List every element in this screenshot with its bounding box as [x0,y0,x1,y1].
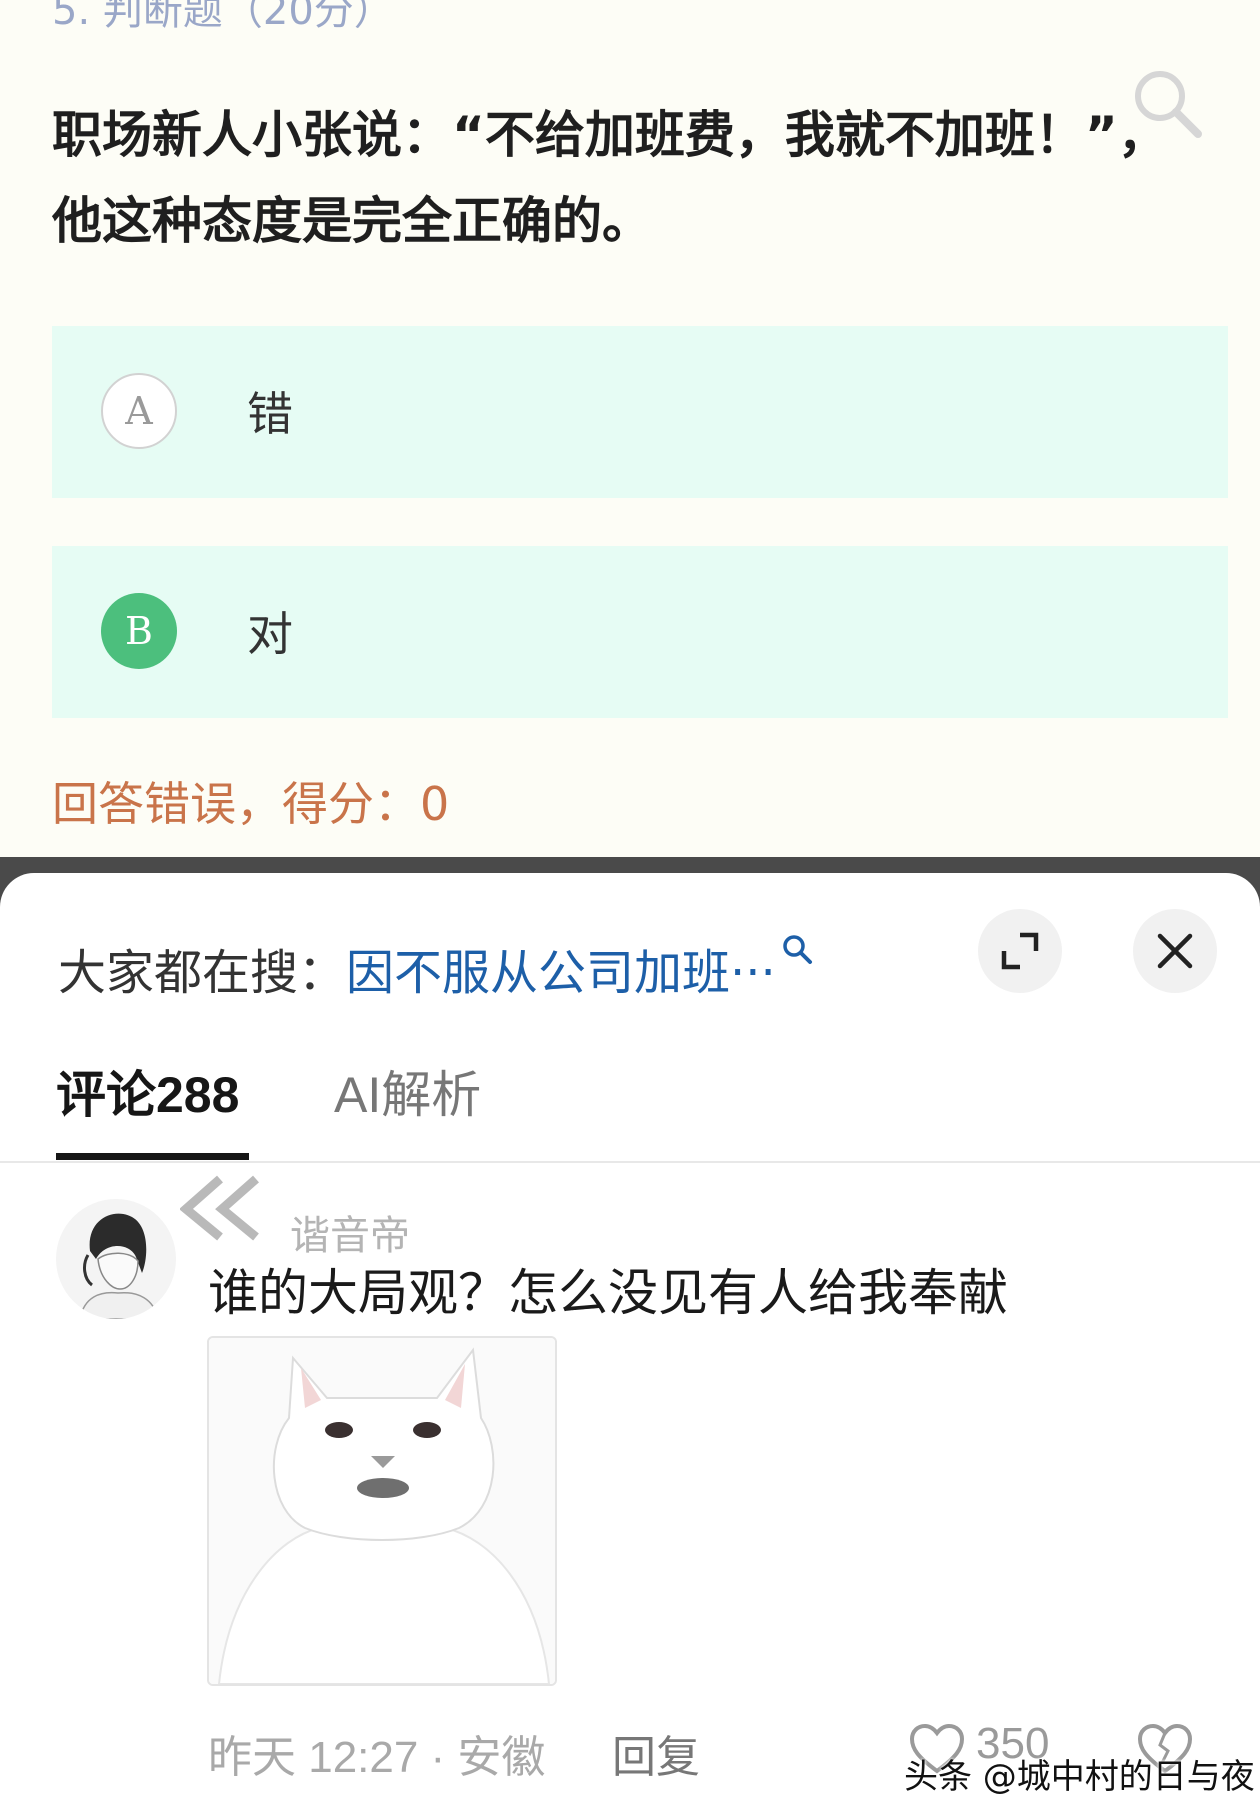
reply-button[interactable]: 回复 [612,1721,700,1785]
trending-search[interactable]: 大家都在搜：因不服从公司加班··· [58,933,814,1003]
expand-icon [1001,932,1039,970]
tab-divider [0,1161,1260,1163]
avatar[interactable] [56,1199,176,1319]
option-a-letter: A [101,373,177,449]
answer-result: 回答错误，得分：0 [52,777,450,831]
quiz-panel: 5. 判断题（20分） 职场新人小张说：“不给加班费，我就不加班！”，他这种态度… [0,0,1260,857]
quote-mark-icon [180,1175,259,1241]
question-header: 5. 判断题（20分） [52,0,394,34]
comment-sheet-backdrop: 大家都在搜：因不服从公司加班··· 评论288 AI解析 谐音帝 谁的大局观？怎… [0,857,1260,1799]
option-a[interactable]: A 错 [52,326,1228,498]
watermark: 头条 @城中村的日与夜 [904,1757,1255,1797]
close-icon [1157,933,1193,969]
question-text: 职场新人小张说：“不给加班费，我就不加班！”，他这种态度是完全正确的。 [52,106,1168,250]
avatar-illustration [79,1213,159,1319]
active-tab-indicator [56,1153,249,1160]
comment-image[interactable] [207,1336,557,1686]
expand-button[interactable] [978,909,1062,993]
option-a-text: 错 [247,387,293,441]
option-b-letter: B [101,593,177,669]
trending-query-link[interactable]: 因不服从公司加班··· [346,945,776,1001]
screenshot: 5. 判断题（20分） 职场新人小张说：“不给加班费，我就不加班！”，他这种态度… [0,0,1260,1799]
close-button[interactable] [1133,909,1217,993]
search-icon[interactable] [780,933,814,967]
tab-ai-analysis[interactable]: AI解析 [334,1055,481,1127]
option-b[interactable]: B 对 [52,546,1228,718]
comment-sheet: 大家都在搜：因不服从公司加班··· 评论288 AI解析 谐音帝 谁的大局观？怎… [0,873,1260,1799]
cat-meme-image [209,1338,555,1684]
comment-text: 谁的大局观？怎么没见有人给我奉献 [208,1264,1008,1322]
trending-prefix: 大家都在搜： [58,945,347,1001]
comment-time-location: 昨天 12:27 · 安徽 [208,1733,546,1782]
option-b-text: 对 [247,607,293,661]
tab-comments[interactable]: 评论288 [56,1055,239,1127]
